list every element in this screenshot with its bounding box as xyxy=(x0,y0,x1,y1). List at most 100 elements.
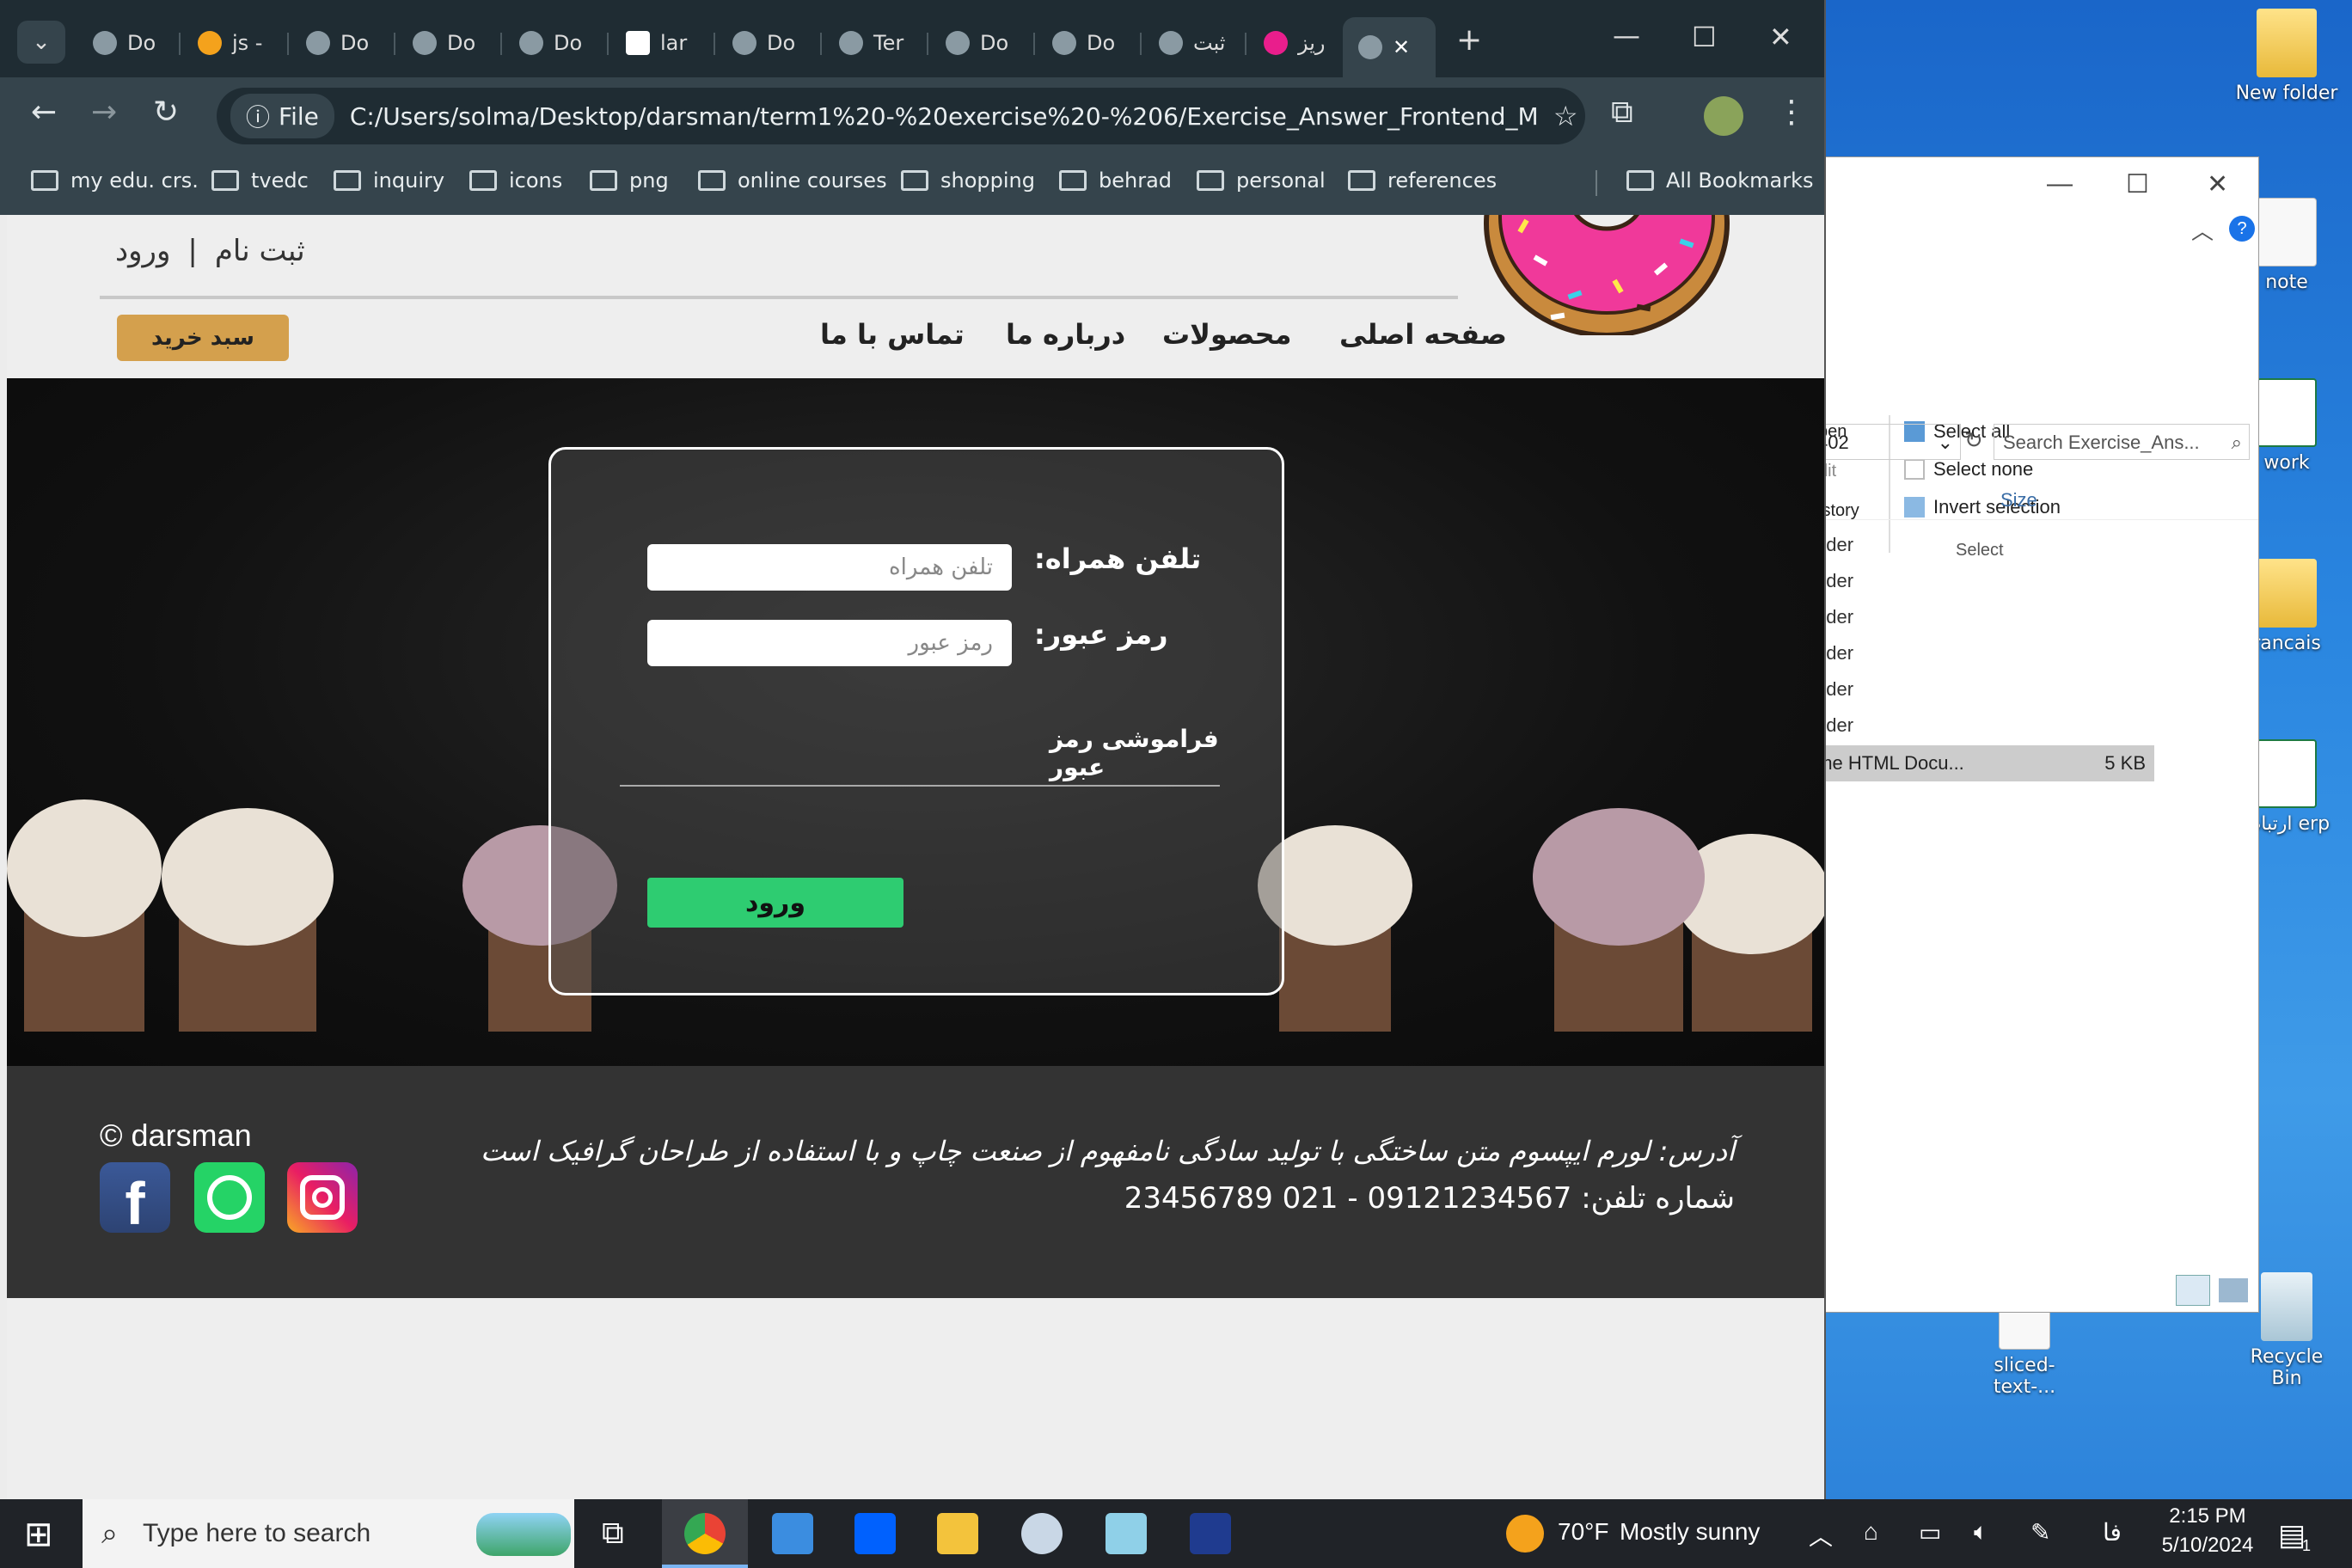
search-field[interactable]: Search Exercise_Ans... ⌕ xyxy=(1994,424,2250,460)
site-info-chip[interactable]: ⓘ File xyxy=(230,94,334,138)
chrome-icon[interactable] xyxy=(684,1513,726,1554)
details-view-icon[interactable] xyxy=(2176,1275,2210,1306)
menu-icon[interactable]: ⋮ xyxy=(1776,95,1807,130)
taskbar-search[interactable]: ⌕ Type here to search xyxy=(83,1499,574,1568)
nav-products[interactable]: محصولات xyxy=(1162,318,1291,351)
device-icon[interactable]: ⌂ xyxy=(1864,1518,1878,1546)
new-tab-icon[interactable]: + xyxy=(1456,22,1482,58)
tab-8[interactable]: Do xyxy=(930,21,1008,65)
path-field[interactable]: 402 ⌄ xyxy=(1806,424,1961,460)
battery-icon[interactable]: ▭ xyxy=(1919,1518,1941,1547)
bookmark-folder[interactable]: personal xyxy=(1197,168,1326,193)
phone-label: تلفن همراه: xyxy=(1034,542,1202,575)
refresh-icon[interactable]: ↻ xyxy=(1964,427,1983,454)
globe-icon xyxy=(519,31,543,55)
pen-icon[interactable]: ✎ xyxy=(2030,1518,2050,1547)
tab-title: Do xyxy=(127,31,156,55)
windows-start-icon[interactable]: ⊞ xyxy=(24,1515,53,1554)
file-row-selected[interactable]: ome HTML Docu... 5 KB xyxy=(1806,745,2154,781)
desktop-icon-sliced-text[interactable]: sliced-text-... xyxy=(1969,1298,2080,1398)
thumbnails-view-icon[interactable] xyxy=(2219,1278,2248,1302)
tab-title: Do xyxy=(1087,31,1116,55)
tab-4[interactable]: Do xyxy=(504,21,582,65)
nav-contact[interactable]: تماس با ما xyxy=(820,318,965,351)
register-link[interactable]: ثبت نام xyxy=(215,234,305,268)
tab-6[interactable]: Do xyxy=(717,21,795,65)
bookmark-folder[interactable]: inquiry xyxy=(334,168,444,193)
profile-avatar[interactable] xyxy=(1704,96,1743,136)
tab-1[interactable]: js - xyxy=(182,21,262,65)
tab-0[interactable]: Do xyxy=(77,21,156,65)
chevron-up-icon[interactable]: ︿ xyxy=(1809,1518,1833,1553)
notes-app-icon[interactable] xyxy=(1106,1513,1147,1554)
clock[interactable]: 2:15 PM 5/10/2024 xyxy=(2156,1504,2259,1558)
close-icon[interactable]: ✕ xyxy=(2207,169,2228,199)
collapse-ribbon-icon[interactable]: ︿ xyxy=(2191,214,2214,246)
login-submit-button[interactable]: ورود xyxy=(647,878,903,928)
nav-about[interactable]: درباره ما xyxy=(1006,318,1125,351)
facebook-icon[interactable]: f xyxy=(100,1162,170,1237)
bookmark-star-icon[interactable]: ☆ xyxy=(1553,100,1578,132)
bookmark-folder[interactable]: icons xyxy=(469,168,562,193)
task-view-icon[interactable]: ⧉ xyxy=(602,1515,624,1552)
maximize-icon[interactable]: ☐ xyxy=(1692,21,1717,53)
bookmark-folder[interactable]: my edu. crs. xyxy=(31,168,199,193)
tab-10[interactable]: ثبت xyxy=(1143,21,1226,65)
folder-icon xyxy=(31,170,58,191)
column-size[interactable]: Size xyxy=(2000,489,2037,511)
all-bookmarks[interactable]: All Bookmarks xyxy=(1626,168,1813,193)
url-text: C:/Users/solma/Desktop/darsman/term1%20-… xyxy=(349,101,1536,131)
language-indicator[interactable]: فا xyxy=(2103,1518,2122,1547)
bookmark-folder[interactable]: tvedc xyxy=(211,168,309,193)
chevron-down-icon: ⌄ xyxy=(1937,432,1953,453)
phone-input[interactable]: تلفن همراه xyxy=(647,544,1012,591)
folder-icon xyxy=(1059,170,1087,191)
forward-icon[interactable]: → xyxy=(91,95,117,130)
dropbox-icon[interactable] xyxy=(854,1513,896,1554)
reload-icon[interactable]: ↻ xyxy=(153,95,179,130)
login-card: تلفن همراه: تلفن همراه رمز عبور: رمز عبو… xyxy=(548,447,1284,995)
pdf-app-icon[interactable] xyxy=(1190,1513,1231,1554)
tab-5[interactable]: lar xyxy=(610,21,687,65)
paint-icon[interactable] xyxy=(1021,1513,1063,1554)
maximize-icon[interactable]: ☐ xyxy=(2126,169,2149,199)
tab-9[interactable]: Do xyxy=(1037,21,1115,65)
back-icon[interactable]: ← xyxy=(31,95,57,130)
bookmark-folder[interactable]: png xyxy=(590,168,669,193)
file-explorer-icon[interactable] xyxy=(937,1513,978,1554)
bookmark-folder[interactable]: online courses xyxy=(698,168,887,193)
bookmark-folder[interactable]: shopping xyxy=(901,168,1035,193)
tab-11[interactable]: ریز xyxy=(1248,21,1326,65)
instagram-icon[interactable] xyxy=(287,1162,358,1233)
weather-text[interactable]: Mostly sunny xyxy=(1620,1518,1760,1546)
bookmark-folder[interactable]: references xyxy=(1348,168,1497,193)
file-type: ome HTML Docu... xyxy=(1806,752,1964,774)
bookmark-folder[interactable]: behrad xyxy=(1059,168,1172,193)
minimize-icon[interactable]: — xyxy=(1613,19,1640,52)
tab-active[interactable]: ✕ xyxy=(1343,17,1436,77)
select-none-button[interactable]: Select none xyxy=(1904,458,2033,481)
address-bar[interactable]: ⓘ File C:/Users/solma/Desktop/darsman/ter… xyxy=(217,88,1585,144)
weather-icon[interactable] xyxy=(1506,1515,1544,1553)
tab-7[interactable]: Ter xyxy=(824,21,903,65)
desktop-icon-new-folder[interactable]: New folder xyxy=(2235,9,2338,104)
desktop-icon-label: note xyxy=(2265,272,2308,293)
forgot-password-link[interactable]: فراموشی رمز عبور xyxy=(1050,725,1282,781)
whatsapp-icon[interactable] xyxy=(194,1162,265,1233)
extensions-icon[interactable]: ⧉ xyxy=(1611,95,1633,131)
weather-temp[interactable]: 70°F xyxy=(1558,1518,1608,1546)
help-icon[interactable]: ? xyxy=(2229,216,2255,242)
tab-close-icon[interactable]: ✕ xyxy=(1393,35,1410,59)
volume-icon[interactable]: 🔈︎ xyxy=(1974,1518,1988,1547)
search-icon: ⌕ xyxy=(101,1516,119,1550)
laptop-app-icon[interactable] xyxy=(772,1513,813,1554)
password-input[interactable]: رمز عبور xyxy=(647,620,1012,666)
close-icon[interactable]: ✕ xyxy=(1769,21,1792,53)
tab-search-icon[interactable]: ⌄ xyxy=(17,21,65,64)
tab-3[interactable]: Do xyxy=(397,21,475,65)
minimize-icon[interactable]: — xyxy=(2047,169,2073,199)
bookmark-label: png xyxy=(629,168,669,193)
tab-2[interactable]: Do xyxy=(291,21,369,65)
login-link[interactable]: ورود xyxy=(115,234,170,268)
cart-button[interactable]: سبد خرید xyxy=(117,315,289,361)
